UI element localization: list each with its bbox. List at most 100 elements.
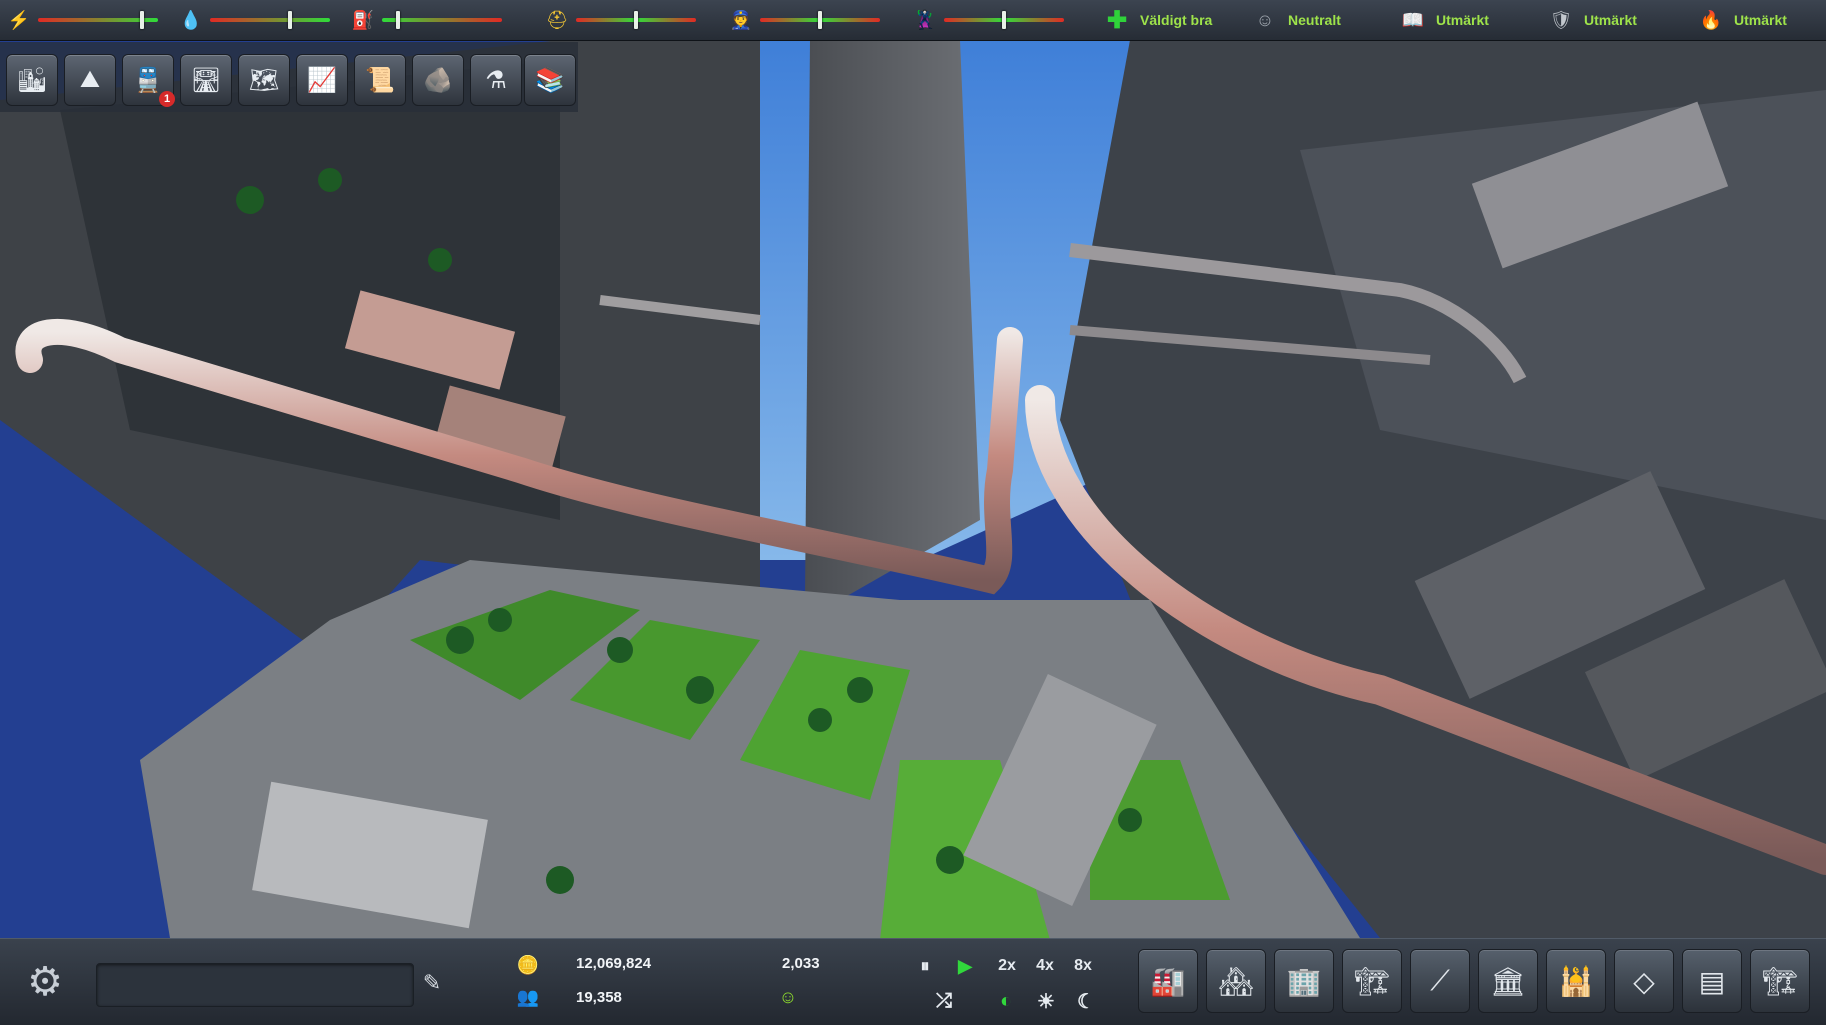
lightning-icon: ⚡ [7, 9, 31, 30]
shuffle-button[interactable]: ⤮ [930, 987, 958, 1015]
crime-meter[interactable]: 🦹 [912, 6, 1064, 34]
build-transport-button[interactable]: ⟋ [1410, 949, 1470, 1013]
roads-button[interactable]: 🛣 [180, 54, 232, 106]
settings-tools-icon: ⚙ [27, 960, 63, 1004]
build-power-button[interactable]: 🏭 [1138, 949, 1198, 1013]
play-button[interactable]: ▶ [952, 953, 978, 979]
map-icon: 🗺 [248, 66, 280, 94]
main-menu-button[interactable]: ⚙ [14, 951, 76, 1013]
night-button[interactable]: ☾ [1072, 987, 1100, 1015]
build-structure-button[interactable]: ◇ [1614, 949, 1674, 1013]
day-night-cycle-icon: ◐ [999, 989, 1013, 1012]
criminal-mask-icon: 🦹 [913, 9, 937, 30]
scroll-document-icon: 📜 [365, 66, 395, 94]
research-flask-icon: ⚗ [485, 66, 507, 94]
police-meter[interactable]: 👮 [728, 6, 880, 34]
sun-icon: ☀ [1037, 990, 1055, 1013]
workers-meter[interactable]: ⛑ [544, 6, 696, 34]
power-plant-icon: 🏭 [1150, 965, 1186, 997]
city-name-field[interactable] [96, 963, 414, 1007]
happiness-status[interactable]: ☺ Neutralt [1252, 6, 1341, 34]
transport-icon: 🚆 [133, 66, 163, 94]
build-services-button[interactable]: 🏛 [1478, 949, 1538, 1013]
workers-level-knob [634, 11, 638, 29]
transport-button[interactable]: 🚆 1 [122, 54, 175, 107]
fuel-level-bar [382, 11, 502, 29]
construction-crane-icon: 🏗 [1762, 965, 1798, 997]
crime-level-bar [944, 11, 1064, 29]
commercial-icon: 🏢 [1286, 965, 1322, 997]
edit-name-button[interactable]: ✎ [418, 969, 446, 997]
population-value: 19,358 [576, 989, 622, 1006]
build-storage-button[interactable]: ▤ [1682, 949, 1742, 1013]
police-level-bar [760, 11, 880, 29]
documents-button[interactable]: 📜 [354, 54, 406, 106]
worker-hardhat-icon: ⛑ [545, 9, 569, 30]
top-status-bar: ⚡ 💧 ⛽ ⛑ 👮 🦹 ✚ Väldigt bra ☺ Neutralt 📖 U… [0, 0, 1826, 41]
day-button[interactable]: ☀ [1032, 987, 1060, 1015]
roads-icon: 🛣 [190, 66, 222, 94]
speed-8x-button[interactable]: 8x [1066, 953, 1100, 979]
fuel-meter[interactable]: ⛽ [350, 6, 502, 34]
city-overview-button[interactable]: 🏙 [6, 54, 58, 106]
speed-4x-button[interactable]: 4x [1028, 953, 1062, 979]
security-status[interactable]: 🛡 Utmärkt [1548, 6, 1637, 34]
bottom-control-bar: ⚙ ✎ 🪙 12,069,824 👥 19,358 2,033 ☺ ⏸ ▶ 2x… [0, 938, 1826, 1025]
water-meter[interactable]: 💧 [178, 6, 330, 34]
residential-icon: 🏘 [1218, 965, 1254, 997]
build-residential-button[interactable]: 🏘 [1206, 949, 1266, 1013]
library-books-icon: 📚 [535, 66, 565, 94]
fire-safety-icon: 🔥 [1699, 9, 1723, 30]
day-night-cycle-button[interactable]: ◐ [992, 987, 1020, 1015]
fuel-canister-icon: ⛽ [351, 9, 375, 30]
tool-tray: 🏙 ⛰ 🚆 1 🛣 🗺 📈 📜 🪨 ⚗ 📚 [0, 42, 578, 112]
terrain-icon: ⛰ [79, 66, 101, 93]
build-landmark-button[interactable]: 🕌 [1546, 949, 1606, 1013]
map-button[interactable]: 🗺 [238, 54, 290, 106]
year-value: 2,033 [782, 955, 820, 972]
statistics-chart-icon: 📈 [307, 66, 337, 94]
build-commercial-button[interactable]: 🏢 [1274, 949, 1334, 1013]
terrain-button[interactable]: ⛰ [64, 54, 116, 106]
health-status-label: Väldigt bra [1140, 12, 1213, 28]
minerals-button[interactable]: 🪨 [412, 54, 464, 106]
population-icon: 👥 [516, 986, 540, 1007]
city-overview-icon: 🏙 [16, 66, 48, 94]
pause-button[interactable]: ⏸ [912, 953, 938, 979]
education-status[interactable]: 📖 Utmärkt [1400, 6, 1489, 34]
fire-safety-status-label: Utmärkt [1734, 12, 1787, 28]
build-industrial-button[interactable]: 🏗 [1342, 949, 1402, 1013]
fuel-level-knob [396, 11, 400, 29]
moon-icon: ☾ [1077, 990, 1095, 1013]
city-render [0, 0, 1826, 1024]
crime-level-knob [1002, 11, 1006, 29]
industrial-icon: 🏗 [1354, 965, 1390, 997]
power-level-bar [38, 11, 158, 29]
water-drop-icon: 💧 [179, 9, 203, 30]
city-3d-view[interactable] [0, 0, 1826, 1024]
research-button[interactable]: ⚗ [470, 54, 522, 106]
security-status-label: Utmärkt [1584, 12, 1637, 28]
services-icon: 🏛 [1490, 965, 1526, 997]
water-level-knob [288, 11, 292, 29]
fire-safety-status[interactable]: 🔥 Utmärkt [1698, 6, 1787, 34]
happiness-face-icon: ☺ [1255, 9, 1275, 30]
structure-frame-icon: ◇ [1633, 965, 1655, 997]
workers-level-bar [576, 11, 696, 29]
build-tools-button[interactable]: 🏗 [1750, 949, 1810, 1013]
speed-2x-button[interactable]: 2x [990, 953, 1024, 979]
police-officer-icon: 👮 [729, 9, 753, 30]
water-level-bar [210, 11, 330, 29]
health-status[interactable]: ✚ Väldigt bra [1104, 6, 1212, 34]
security-shield-icon: 🛡 [1549, 9, 1573, 30]
police-level-knob [818, 11, 822, 29]
pencil-icon: ✎ [422, 970, 442, 995]
power-level-knob [140, 11, 144, 29]
transport-ramp-icon: ⟋ [1430, 964, 1450, 996]
power-meter[interactable]: ⚡ [6, 6, 158, 34]
statistics-button[interactable]: 📈 [296, 54, 348, 106]
education-status-label: Utmärkt [1436, 12, 1489, 28]
library-button[interactable]: 📚 [524, 54, 576, 106]
landmark-dome-icon: 🕌 [1558, 965, 1594, 997]
health-cross-icon: ✚ [1106, 6, 1128, 34]
